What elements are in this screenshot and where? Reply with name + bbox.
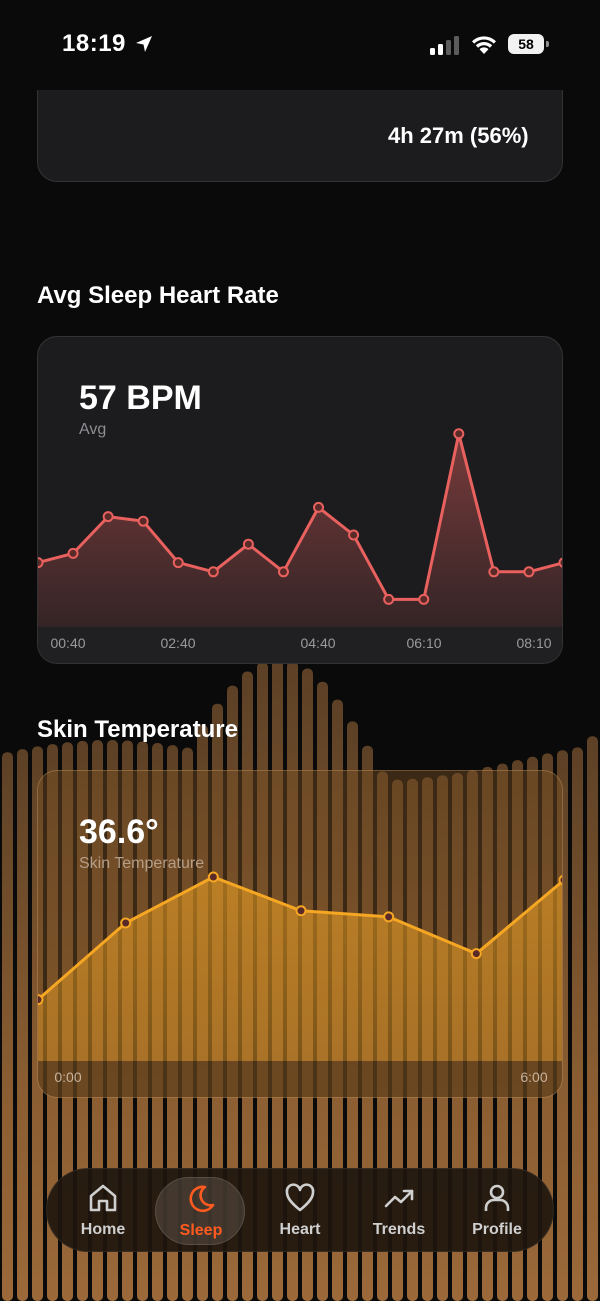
heart-rate-point (418, 593, 430, 605)
skin-temp-point (558, 874, 562, 886)
skin-temp-area (38, 877, 562, 1061)
heart-rate-point (348, 529, 360, 541)
background-column (2, 752, 13, 1301)
skin-temp-point (207, 871, 219, 883)
battery-level: 58 (508, 34, 544, 54)
skin-temp-axis (38, 1061, 562, 1097)
home-icon (89, 1184, 117, 1212)
sleep-stage-value: 4h 27m (56%) (388, 123, 529, 148)
skin-temp-point (470, 948, 482, 960)
heart-rate-point (523, 566, 535, 578)
battery-icon: 58 (508, 34, 550, 54)
skin-temp-chart (38, 871, 562, 1061)
cellular-signal-icon (430, 36, 459, 55)
tab-sleep-label: Sleep (179, 1222, 223, 1239)
tab-trends[interactable]: Trends (353, 1169, 445, 1253)
heart-rate-point (137, 515, 149, 527)
profile-icon (484, 1184, 510, 1211)
status-bar: 18:19 58 (0, 0, 600, 90)
heart-rate-tick-label: 00:40 (50, 635, 86, 651)
heart-rate-point (67, 547, 79, 559)
skin-temp-point (383, 911, 395, 923)
skin-temp-point (120, 917, 132, 929)
wifi-icon (472, 36, 496, 54)
heart-rate-point (383, 593, 395, 605)
heart-rate-point (558, 557, 562, 568)
heart-rate-card[interactable]: 57 BPM Avg 00:40 02:40 04:40 06:10 08:10 (37, 336, 563, 664)
location-arrow-icon (136, 36, 152, 52)
heart-rate-point (277, 566, 289, 578)
tab-home-label: Home (80, 1221, 126, 1238)
heart-rate-point (242, 538, 254, 550)
skin-temp-tick-label: 0:00 (54, 1069, 82, 1085)
heart-rate-point (172, 557, 184, 569)
heart-rate-tick-label: 02:40 (160, 635, 196, 651)
skin-temp-point (38, 994, 44, 1006)
heart-icon (285, 1183, 315, 1212)
tab-sleep[interactable]: Sleep (155, 1177, 245, 1245)
heart-rate-point (207, 566, 219, 578)
heart-rate-tick-label: 06:10 (406, 635, 442, 651)
tab-profile[interactable]: Profile (451, 1169, 543, 1253)
tab-trends-label: Trends (372, 1221, 426, 1238)
skin-temp-title: Skin Temperature (37, 716, 238, 743)
heart-rate-tick-label: 08:10 (516, 635, 552, 651)
tab-profile-label: Profile (472, 1221, 522, 1238)
tab-home[interactable]: Home (57, 1169, 149, 1253)
skin-temp-tick-label: 6:00 (520, 1069, 548, 1085)
heart-rate-title: Avg Sleep Heart Rate (37, 282, 279, 309)
heart-rate-point (488, 566, 500, 578)
status-time: 18:19 (62, 30, 126, 57)
skin-temp-point (295, 905, 307, 917)
tab-heart-label: Heart (279, 1221, 321, 1238)
background-column (572, 747, 583, 1301)
heart-rate-point (38, 557, 44, 569)
heart-rate-tick-label: 04:40 (300, 635, 336, 651)
background-column (587, 736, 598, 1301)
moon-icon (189, 1185, 215, 1213)
background-column (17, 749, 28, 1301)
trend-up-icon (384, 1189, 414, 1208)
skin-temp-card[interactable]: 36.6° Skin Temperature 0:00 6:00 (37, 770, 563, 1098)
heart-rate-point (102, 511, 114, 523)
heart-rate-point (453, 428, 465, 440)
heart-rate-chart (38, 428, 562, 627)
tab-heart[interactable]: Heart (254, 1169, 346, 1253)
tab-bar: Home Sleep Heart Trends Profile (46, 1168, 554, 1252)
heart-rate-point (313, 501, 325, 513)
